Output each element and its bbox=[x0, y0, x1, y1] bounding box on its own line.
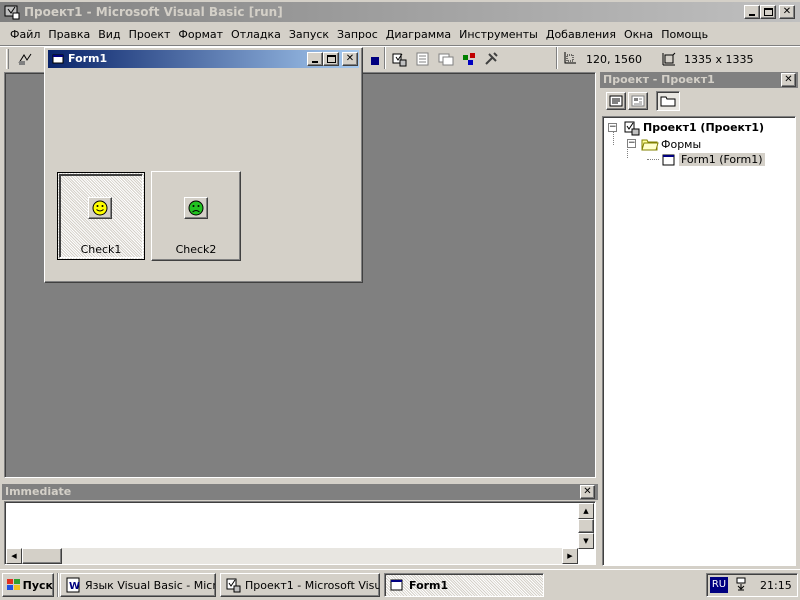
toolbar-grip[interactable] bbox=[6, 49, 9, 69]
project-icon bbox=[624, 121, 640, 136]
scroll-left-button[interactable]: ◀ bbox=[6, 548, 22, 564]
immediate-title: Immediate bbox=[5, 485, 72, 498]
menu-edit[interactable]: Правка bbox=[44, 26, 94, 44]
form1-minimize-button[interactable] bbox=[307, 52, 323, 66]
form1-title-bar[interactable]: Form1 ✕ bbox=[48, 50, 359, 68]
form1-maximize-button[interactable] bbox=[323, 52, 339, 66]
toggle-folders-button[interactable] bbox=[656, 91, 680, 111]
menu-query[interactable]: Запрос bbox=[333, 26, 382, 44]
form1-close-button[interactable]: ✕ bbox=[342, 52, 358, 66]
immediate-hscrollbar[interactable]: ◀ ▶ bbox=[6, 548, 578, 564]
properties-icon[interactable] bbox=[414, 50, 432, 68]
tree-folder-label[interactable]: Формы bbox=[661, 138, 701, 151]
tree-item-label[interactable]: Form1 (Form1) bbox=[679, 153, 765, 166]
taskbar-item-vb-label: Проект1 - Microsoft Visu... bbox=[245, 578, 380, 592]
check2-label: Check2 bbox=[175, 243, 217, 256]
vb-project-icon bbox=[226, 578, 241, 593]
add-project-icon[interactable] bbox=[16, 50, 34, 68]
menu-bar: Файл Правка Вид Проект Формат Отладка Запуск За… bbox=[6, 26, 712, 44]
menu-diagram[interactable]: Диаграмма bbox=[382, 26, 455, 44]
project-panel: Проект - Проект1 ✕ − Проект1 (Проект1) −… bbox=[598, 70, 800, 566]
taskbar-item-form1-label: Form1 bbox=[409, 578, 449, 592]
minimize-button[interactable] bbox=[744, 5, 760, 19]
position-icon bbox=[560, 50, 578, 68]
open-folder-icon bbox=[641, 139, 659, 151]
close-button[interactable]: ✕ bbox=[779, 5, 795, 19]
window-title: Проект1 - Microsoft Visual Basic [run] bbox=[24, 5, 283, 19]
menu-project[interactable]: Проект bbox=[125, 26, 175, 44]
taskbar-form-icon bbox=[390, 579, 403, 591]
start-button[interactable]: Пуск bbox=[2, 573, 54, 597]
menu-debug[interactable]: Отладка bbox=[227, 26, 285, 44]
tree-folder-expander[interactable]: − bbox=[627, 139, 636, 148]
check1-picture bbox=[88, 197, 112, 219]
immediate-close-button[interactable]: ✕ bbox=[580, 485, 595, 499]
position-readout: 120, 1560 bbox=[586, 53, 642, 66]
main-title-bar[interactable]: Проект1 - Microsoft Visual Basic [run] ✕ bbox=[0, 2, 800, 22]
menu-file[interactable]: Файл bbox=[6, 26, 44, 44]
taskbar-item-word[interactable]: W Язык Visual Basic - Micro... bbox=[60, 573, 216, 597]
project-panel-close-button[interactable]: ✕ bbox=[781, 73, 796, 87]
form-module-icon bbox=[662, 154, 675, 166]
folder-icon bbox=[660, 96, 676, 107]
form1-window[interactable]: Form1 ✕ Check1 Check2 bbox=[44, 47, 363, 283]
immediate-window: Immediate ✕ ▲ ▼ ◀ ▶ bbox=[2, 484, 598, 566]
vscroll-thumb[interactable] bbox=[578, 519, 594, 533]
smiley-happy-icon bbox=[92, 200, 108, 216]
word-document-icon: W bbox=[66, 577, 80, 593]
toolbox-icon[interactable] bbox=[482, 50, 500, 68]
taskbar-item-word-label: Язык Visual Basic - Micro... bbox=[85, 578, 216, 592]
taskbar-item-vb[interactable]: Проект1 - Microsoft Visu... bbox=[220, 573, 380, 597]
view-object-button[interactable] bbox=[628, 92, 648, 110]
language-indicator[interactable]: RU bbox=[710, 577, 728, 593]
smiley-sad-icon bbox=[188, 200, 204, 216]
immediate-title-bar[interactable]: Immediate ✕ bbox=[2, 484, 598, 500]
view-code-icon bbox=[609, 95, 623, 107]
clock: 21:15 bbox=[760, 579, 792, 592]
scroll-right-button[interactable]: ▶ bbox=[562, 548, 578, 564]
form-layout-icon[interactable] bbox=[437, 50, 455, 68]
scroll-down-button[interactable]: ▼ bbox=[578, 533, 594, 549]
start-label: Пуск bbox=[22, 578, 53, 592]
form-icon[interactable] bbox=[51, 52, 65, 66]
hscroll-thumb[interactable] bbox=[22, 548, 62, 564]
taskbar-item-form1[interactable]: Form1 bbox=[384, 573, 544, 597]
immediate-vscrollbar[interactable]: ▲ ▼ bbox=[578, 503, 594, 549]
object-browser-icon[interactable] bbox=[460, 50, 478, 68]
menu-addins[interactable]: Добавления bbox=[542, 26, 620, 44]
view-object-icon bbox=[631, 95, 645, 107]
tree-root-label[interactable]: Проект1 (Проект1) bbox=[643, 121, 764, 134]
project-tree: − Проект1 (Проект1) − Формы Form1 (Form1… bbox=[602, 116, 796, 566]
scroll-up-button[interactable]: ▲ bbox=[578, 503, 594, 519]
check1-label: Check1 bbox=[80, 243, 122, 256]
svg-text:W: W bbox=[69, 581, 80, 592]
menu-help[interactable]: Помощь bbox=[657, 26, 712, 44]
menu-view[interactable]: Вид bbox=[94, 26, 124, 44]
menu-tools[interactable]: Инструменты bbox=[455, 26, 542, 44]
menu-run[interactable]: Запуск bbox=[285, 26, 333, 44]
tray-app-icon[interactable] bbox=[734, 576, 748, 594]
maximize-button[interactable] bbox=[760, 5, 776, 19]
size-icon bbox=[660, 50, 678, 68]
vb-app-icon[interactable] bbox=[4, 4, 20, 20]
menu-format[interactable]: Формат bbox=[174, 26, 227, 44]
tree-root-expander[interactable]: − bbox=[608, 123, 617, 132]
project-panel-title-bar[interactable]: Проект - Проект1 ✕ bbox=[600, 72, 798, 88]
menu-window[interactable]: Окна bbox=[620, 26, 657, 44]
size-readout: 1335 x 1335 bbox=[684, 53, 754, 66]
check2-picture bbox=[184, 197, 208, 219]
project-explorer-icon[interactable] bbox=[390, 50, 408, 68]
view-code-button[interactable] bbox=[606, 92, 626, 110]
project-panel-title: Проект - Проект1 bbox=[603, 73, 715, 86]
check1-checkbox[interactable]: Check1 bbox=[57, 172, 145, 260]
form1-title: Form1 bbox=[68, 52, 108, 65]
stop-icon[interactable] bbox=[366, 52, 384, 70]
check2-checkbox[interactable]: Check2 bbox=[151, 171, 241, 261]
windows-logo-icon bbox=[7, 579, 20, 590]
